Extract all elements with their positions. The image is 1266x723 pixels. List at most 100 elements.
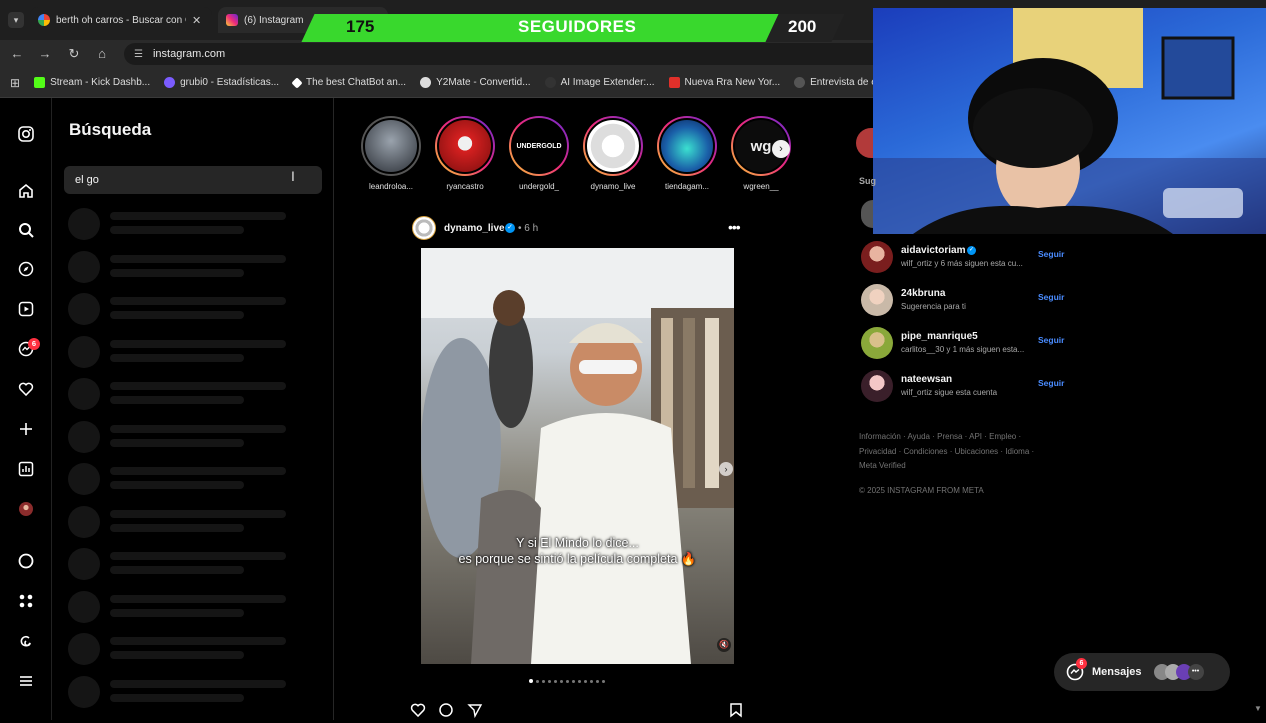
follow-button[interactable]: Seguir xyxy=(1038,335,1064,345)
bookmark-item[interactable]: The best ChatBot an... xyxy=(291,76,406,89)
site-settings-icon[interactable]: ☰ xyxy=(134,49,143,60)
stories-next-icon[interactable]: › xyxy=(772,140,790,158)
carousel-dot xyxy=(548,679,551,683)
suggestion-avatar[interactable] xyxy=(861,241,893,273)
carousel-dot xyxy=(566,679,569,683)
loading-placeholder-row xyxy=(68,590,308,625)
notifications-badge: 6 xyxy=(28,338,40,350)
story-avatar: UNDERGOLD xyxy=(511,118,567,174)
suggestion-avatar[interactable] xyxy=(861,327,893,359)
forward-icon[interactable]: → xyxy=(37,46,53,61)
loading-placeholder-row xyxy=(68,293,308,327)
apps-icon[interactable]: ⊞ xyxy=(10,76,20,90)
carousel-dot xyxy=(578,679,581,683)
search-panel: Búsqueda I xyxy=(52,98,334,720)
messages-button[interactable]: 6 Mensajes ••• xyxy=(1054,653,1230,691)
search-input[interactable] xyxy=(64,166,322,194)
tab-google-search[interactable]: berth oh carros - Buscar con Go ✕ xyxy=(30,7,212,33)
loading-line xyxy=(110,509,286,518)
mute-icon[interactable]: 🔇 xyxy=(717,638,731,652)
next-slide-icon[interactable]: › xyxy=(719,462,733,476)
footer-links-line3[interactable]: Meta Verified xyxy=(859,461,906,470)
loading-line xyxy=(110,594,286,603)
footer-links-line2[interactable]: Privacidad · Condiciones · Ubicaciones ·… xyxy=(859,447,1034,456)
loading-line xyxy=(110,481,244,489)
post-options-icon[interactable]: ••• xyxy=(728,219,741,235)
bookmark-item[interactable]: Y2Mate - Convertid... xyxy=(420,77,531,88)
loading-avatar xyxy=(68,420,100,453)
threads-circle-icon[interactable] xyxy=(17,552,35,570)
post-author-avatar[interactable] xyxy=(412,216,436,240)
carousel-dot xyxy=(590,679,593,683)
verified-icon: ✓ xyxy=(967,246,976,255)
story-username: undergold_ xyxy=(518,182,560,191)
followers-goal-overlay: 175 SEGUIDORES 200 xyxy=(301,14,845,42)
message-avatars: ••• xyxy=(1153,663,1210,681)
loading-avatar xyxy=(68,633,100,665)
threads-icon[interactable] xyxy=(17,632,35,650)
post-author-username[interactable]: dynamo_live xyxy=(444,223,505,234)
story-item[interactable]: tiendagam... xyxy=(652,116,722,191)
loading-line xyxy=(110,523,244,532)
dashboard-icon[interactable] xyxy=(17,460,35,478)
post-video[interactable]: Y si El Mindo lo dice... es porque se si… xyxy=(421,248,734,664)
story-item[interactable]: dynamo_live xyxy=(578,116,648,191)
reels-icon[interactable] xyxy=(17,300,35,318)
tab-search-icon[interactable]: ▾ xyxy=(8,12,24,28)
search-icon[interactable] xyxy=(17,221,35,239)
stats-icon xyxy=(164,77,176,88)
menu-icon[interactable] xyxy=(17,672,35,690)
home-icon[interactable]: ⌂ xyxy=(94,46,110,61)
follow-button[interactable]: Seguir xyxy=(1038,249,1064,259)
story-ring xyxy=(435,116,495,176)
bookmark-item[interactable]: AI Image Extender:... xyxy=(544,77,655,88)
loading-line xyxy=(110,226,244,234)
suggestion-subtitle: wilf_ortiz y 6 más siguen esta cu... xyxy=(901,259,1023,268)
loading-line xyxy=(110,438,244,447)
suggestion-subtitle: wilf_ortiz sigue esta cuenta xyxy=(901,388,998,397)
loading-placeholder-row xyxy=(68,335,308,370)
url-bar[interactable]: ☰ instagram.com xyxy=(124,43,884,65)
bookmark-item[interactable]: Stream - Kick Dashb... xyxy=(34,77,150,88)
loading-line xyxy=(110,268,244,277)
tab-title: berth oh carros - Buscar con Go xyxy=(56,14,186,26)
heart-icon[interactable] xyxy=(17,380,35,398)
back-icon[interactable]: ← xyxy=(9,46,25,61)
create-icon[interactable] xyxy=(17,420,35,438)
suggestion-username[interactable]: aidavictoriam xyxy=(901,245,965,256)
suggestion-row: 24kbruna Sugerencia para ti Seguir xyxy=(861,284,1071,318)
profile-avatar-icon[interactable] xyxy=(17,500,35,518)
more-icon: ••• xyxy=(1187,664,1204,680)
story-avatar xyxy=(585,118,641,174)
loading-line xyxy=(110,424,286,433)
suggestion-username[interactable]: nateewsan xyxy=(901,374,952,385)
suggestion-avatar[interactable] xyxy=(861,284,893,316)
close-tab-icon[interactable]: ✕ xyxy=(192,14,201,27)
loading-placeholder-row xyxy=(68,208,308,242)
meta-ai-icon[interactable] xyxy=(17,592,35,610)
text-cursor-icon: I xyxy=(291,168,295,184)
instagram-logo-icon[interactable] xyxy=(17,125,35,143)
bookmark-item[interactable]: grubi0 - Estadísticas... xyxy=(164,77,279,88)
suggestion-subtitle: carlitos__30 y 1 más siguen esta... xyxy=(901,345,1025,354)
suggestion-avatar[interactable] xyxy=(861,370,893,402)
suggestion-username[interactable]: pipe_manrique5 xyxy=(901,331,978,342)
suggestion-username[interactable]: 24kbruna xyxy=(901,288,945,299)
footer-links-line1[interactable]: Información · Ayuda · Prensa · API · Emp… xyxy=(859,432,1021,441)
story-item[interactable]: UNDERGOLD undergold_ xyxy=(504,116,574,191)
follow-button[interactable]: Seguir xyxy=(1038,292,1064,302)
loading-line xyxy=(110,651,244,659)
suggestion-row: nateewsan wilf_ortiz sigue esta cuenta S… xyxy=(861,370,1071,404)
story-item[interactable]: leandroloa... xyxy=(356,116,426,191)
story-item[interactable]: ryancastro xyxy=(430,116,500,191)
explore-icon[interactable] xyxy=(17,260,35,278)
home-icon[interactable] xyxy=(17,182,35,200)
webcam-scene xyxy=(873,8,1266,234)
reload-icon[interactable]: ↻ xyxy=(66,46,82,62)
post-video-scene xyxy=(421,248,734,664)
carousel-dot xyxy=(560,679,563,683)
loading-avatar xyxy=(68,463,100,495)
bookmark-item[interactable]: Nueva Rra New Yor... xyxy=(668,77,780,88)
follow-button[interactable]: Seguir xyxy=(1038,378,1064,388)
scroll-down-icon[interactable]: ▼ xyxy=(1254,704,1262,713)
